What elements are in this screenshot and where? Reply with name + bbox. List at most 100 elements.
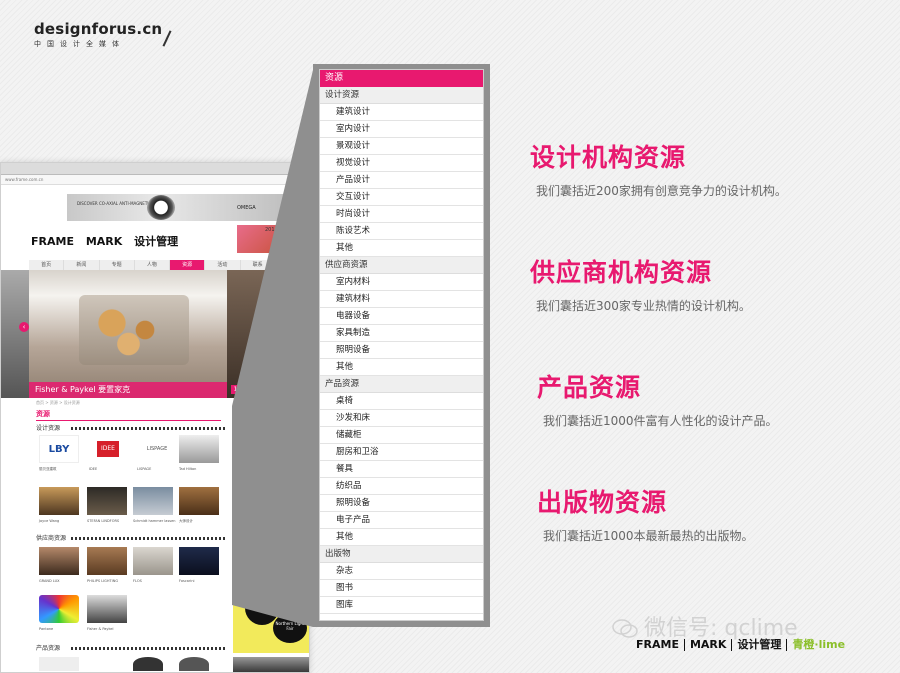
- site-nav: 首页 新闻 专题 人物 资源 活动 联系 搜索: [29, 260, 309, 270]
- nav-home[interactable]: 首页: [29, 260, 65, 270]
- feature-text: 我们囊括近1000本最新最热的出版物。: [543, 529, 754, 543]
- nav-search[interactable]: 搜索: [276, 260, 309, 270]
- menu-item[interactable]: 电器设备: [320, 308, 483, 325]
- menu-item[interactable]: 景观设计: [320, 138, 483, 155]
- menu-item[interactable]: 时尚设计: [320, 206, 483, 223]
- feature-block-design: 设计机构资源 我们囊括近200家拥有创意竞争力的设计机构。: [530, 138, 787, 199]
- menu-item[interactable]: 视觉设计: [320, 155, 483, 172]
- breadcrumb: 首页 > 资源 > 设计资源: [36, 400, 80, 405]
- menu-item[interactable]: 室内材料: [320, 274, 483, 291]
- thumb-product[interactable]: [133, 657, 163, 671]
- menu-item[interactable]: 照明设备: [320, 495, 483, 512]
- ad-banner[interactable]: DISCOVER CO-AXIAL ANTI-MAGNETIC OMEGA: [67, 194, 295, 221]
- thumb-philips[interactable]: [87, 547, 127, 575]
- menu-item[interactable]: 厨房和卫浴: [320, 444, 483, 461]
- menu-category[interactable]: 产品资源: [320, 376, 483, 393]
- menu-item[interactable]: 其他: [320, 359, 483, 376]
- hero-image: [79, 295, 189, 365]
- thumb-grandlux[interactable]: [39, 547, 79, 575]
- menu-item[interactable]: 电子产品: [320, 512, 483, 529]
- menu-header[interactable]: 资源: [320, 70, 483, 87]
- pager-1[interactable]: 1: [231, 385, 240, 394]
- menu-item[interactable]: 产品设计: [320, 172, 483, 189]
- section-title: 资源: [36, 410, 50, 418]
- feature-block-supplier: 供应商机构资源 我们囊括近300家专业热情的设计机构。: [530, 253, 751, 314]
- menu-item[interactable]: 建筑设计: [320, 104, 483, 121]
- thumb-lby[interactable]: LBY: [39, 435, 79, 463]
- subsection-design: 设计资源: [36, 425, 61, 432]
- design-mgmt-logo[interactable]: 设计管理: [134, 235, 178, 248]
- menu-item[interactable]: 建筑材料: [320, 291, 483, 308]
- menu-item[interactable]: 室内设计: [320, 121, 483, 138]
- thumb-flos[interactable]: [133, 547, 173, 575]
- label: Joyce Wang: [39, 519, 60, 523]
- label: FLOS: [133, 579, 142, 583]
- magazine-text: 2014年 订阅: [265, 227, 295, 233]
- nav-people[interactable]: 人物: [135, 260, 170, 270]
- right-col-lby[interactable]: LBY: [237, 547, 273, 573]
- thumb-fisher[interactable]: [87, 595, 127, 623]
- menu-category[interactable]: 出版物: [320, 546, 483, 563]
- poster-text: Stockholm Furniture Fair: [239, 597, 266, 607]
- nav-resources[interactable]: 资源: [170, 260, 206, 270]
- ad-brand: OMEGA: [237, 205, 256, 211]
- right-col-thumb[interactable]: [237, 469, 273, 495]
- pager-2[interactable]: 2: [241, 385, 250, 394]
- feature-block-product: 产品资源 我们囊括近1000件富有人性化的设计产品。: [537, 368, 778, 429]
- menu-item[interactable]: 图库: [320, 597, 483, 614]
- nav-events[interactable]: 活动: [205, 260, 241, 270]
- menu-category[interactable]: 供应商资源: [320, 257, 483, 274]
- thumb-stefan[interactable]: [87, 487, 127, 515]
- nav-news[interactable]: 新闻: [64, 260, 100, 270]
- menu-item[interactable]: 其他: [320, 529, 483, 546]
- menu-item[interactable]: 图书: [320, 580, 483, 597]
- thumb-schmidt[interactable]: [133, 487, 173, 515]
- nav-topics[interactable]: 专题: [100, 260, 135, 270]
- label: GRAND LUX: [39, 579, 60, 583]
- slide-pager: 12: [231, 385, 251, 394]
- menu-item[interactable]: 沙发和床: [320, 410, 483, 427]
- thumb-lispage[interactable]: LISPAGE: [137, 435, 177, 463]
- feature-title: 产品资源: [537, 373, 642, 402]
- prev-arrow-icon[interactable]: ‹: [19, 322, 29, 332]
- feature-title: 出版物资源: [537, 488, 668, 517]
- stockholm-poster[interactable]: Stockholm Furniture Fair Northern Light …: [233, 583, 309, 653]
- nav-contact[interactable]: 联系: [241, 260, 276, 270]
- feature-title: 设计机构资源: [530, 143, 687, 172]
- thumb-product[interactable]: [39, 657, 79, 671]
- menu-item[interactable]: 其他: [320, 240, 483, 257]
- menu-category[interactable]: 设计资源: [320, 87, 483, 104]
- wechat-icon: [612, 619, 638, 638]
- browser-url[interactable]: www.frame.com.cn: [1, 175, 309, 185]
- section-divider: [36, 420, 221, 421]
- mark-logo[interactable]: MARK: [86, 235, 122, 248]
- menu-item[interactable]: 陈设艺术: [320, 223, 483, 240]
- resources-menu-list: 资源 设计资源 建筑设计 室内设计 景观设计 视觉设计 产品设计 交互设计 时尚设计 陈设艺术其…: [319, 69, 484, 621]
- thumb-product[interactable]: [179, 657, 209, 671]
- frame-logo[interactable]: FRAME: [31, 235, 74, 248]
- subsection-divider: [71, 647, 226, 650]
- right-col-thumb[interactable]: [237, 521, 273, 543]
- menu-item[interactable]: 纺织品: [320, 478, 483, 495]
- menu-item[interactable]: 杂志: [320, 563, 483, 580]
- menu-item[interactable]: 餐具: [320, 461, 483, 478]
- footer-mark-logo: MARK: [689, 638, 727, 651]
- thumb-master[interactable]: [179, 487, 219, 515]
- menu-item[interactable]: 储藏柜: [320, 427, 483, 444]
- label: Tad Hilton: [179, 467, 197, 471]
- menu-item[interactable]: 桌椅: [320, 393, 483, 410]
- hero-slide[interactable]: Fisher & Paykel 要置家克 ‹: [19, 270, 227, 398]
- thumb-tad[interactable]: [179, 435, 219, 463]
- menu-item[interactable]: 交互设计: [320, 189, 483, 206]
- menu-item[interactable]: 照明设备: [320, 342, 483, 359]
- thumb-pantone[interactable]: [39, 595, 79, 623]
- right-col-thumb[interactable]: [237, 499, 273, 517]
- right-col-thumb[interactable]: [233, 657, 309, 672]
- footer-frame-logo: FRAME: [636, 638, 679, 651]
- site-logos: FRAME MARK 设计管理: [31, 233, 186, 249]
- thumb-idee: IDEE: [97, 441, 119, 457]
- thumb-idee-wrap[interactable]: IDEE: [89, 435, 129, 463]
- menu-item[interactable]: 家具制造: [320, 325, 483, 342]
- thumb-foscarini[interactable]: [179, 547, 219, 575]
- thumb-joyce[interactable]: [39, 487, 79, 515]
